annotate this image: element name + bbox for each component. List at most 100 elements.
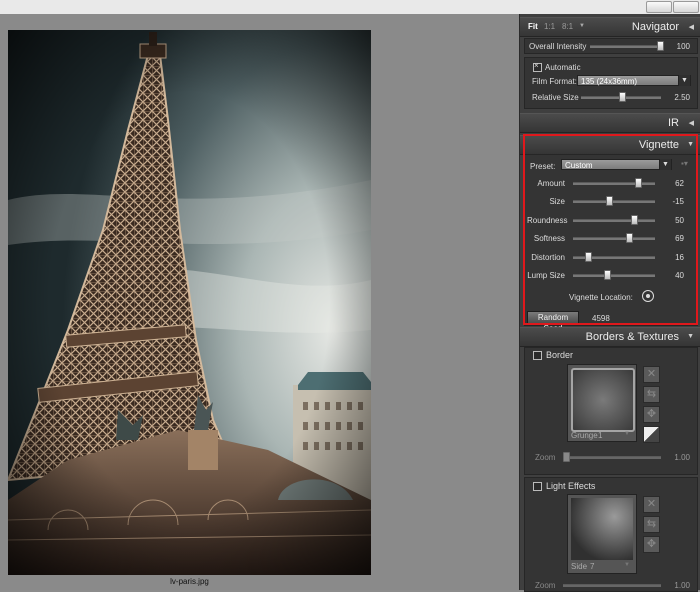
preset-label: Preset: [530,162,556,171]
vignette-slider-label: Size [549,197,565,206]
file-name-label: lv-paris.jpg [170,577,209,586]
light-zoom-slider[interactable] [563,584,661,587]
remove-light-icon[interactable]: ✕ [643,496,660,513]
target-icon[interactable] [642,290,654,302]
vignette-slider-track[interactable] [573,200,655,203]
chevron-down-icon[interactable]: ▼ [659,159,671,170]
move-light-icon[interactable]: ✥ [643,536,660,553]
navigator-title: Navigator [631,21,679,33]
film-format-value: 135 (24x36mm) [581,77,638,86]
overall-intensity-thumb[interactable] [657,41,664,51]
vignette-slider-thumb[interactable] [626,233,634,243]
light-texture-thumbnail [571,498,633,560]
vignette-slider-value: 16 [675,253,684,262]
vignette-slider-thumb[interactable] [585,252,593,262]
film-format-label: Film Format: [532,77,577,86]
move-border-icon[interactable]: ✥ [643,406,660,423]
relative-size-value: 2.50 [674,93,690,102]
vignette-slider-value: -15 [672,197,684,206]
remove-border-icon[interactable]: ✕ [643,366,660,383]
vignette-slider-thumb[interactable] [630,215,638,225]
border-texture-number: 1 [598,431,603,440]
border-label: Border [546,350,574,360]
light-zoom-value: 1.00 [674,581,690,590]
zoom-fit-option[interactable]: Fit [528,22,538,31]
vignette-slider-value: 62 [675,179,684,188]
expand-arrow-icon[interactable]: ▼ [687,141,694,148]
border-zoom-thumb[interactable] [563,452,570,462]
vignette-box: Preset: Custom ▼ ▪▾ Amount 62 Size -15 Round… [524,154,698,326]
light-texture-preview[interactable]: Side 7 ▼ [567,494,637,574]
overall-intensity-row: Overall Intensity 100 [524,38,698,54]
overall-intensity-value: 100 [676,42,690,51]
vignette-slider-thumb[interactable] [606,196,614,206]
light-texture-name: Side [571,562,588,571]
invert-border-icon[interactable] [643,426,660,443]
settings-panel: Fit 1:1 8:1 ▼ Navigator ◀ Overall Intens… [519,14,700,592]
zoom-8to1-option[interactable]: 8:1 [562,22,573,31]
photo-preview [8,30,371,575]
swap-border-icon[interactable]: ⇆ [643,386,660,403]
vignette-slider-label: Roundness [527,216,568,225]
restore-button[interactable] [646,1,672,13]
vignette-location-label: Vignette Location: [569,293,633,302]
close-button[interactable] [673,1,699,13]
collapse-arrow-icon[interactable]: ◀ [689,119,694,127]
light-zoom-label: Zoom [535,581,556,590]
window-top-bar [0,0,700,15]
vignette-title: Vignette [638,139,679,151]
automatic-label: Automatic [545,63,581,72]
vignette-slider-label: Amount [537,179,565,188]
preset-dropdown[interactable]: Custom ▼ [561,159,672,170]
film-format-dropdown[interactable]: 135 (24x36mm) ▼ [577,75,691,86]
vignette-slider-value: 69 [675,234,684,243]
collapse-arrow-icon[interactable]: ◀ [689,23,694,31]
navigator-header[interactable]: Fit 1:1 8:1 ▼ Navigator ◀ [520,17,700,37]
swap-light-icon[interactable]: ⇆ [643,516,660,533]
light-effects-label: Light Effects [546,481,596,491]
chevron-down-icon[interactable]: ▼ [678,75,690,86]
image-canvas[interactable]: lv-paris.jpg [0,14,519,590]
vignette-slider-track[interactable] [573,219,655,222]
ir-header[interactable]: IR ◀ [520,113,700,133]
zoom-dropdown-icon[interactable]: ▼ [579,23,585,29]
preset-menu-icon[interactable]: ▪▾ [681,159,688,168]
vignette-slider-label: Distortion [531,253,565,262]
border-zoom-label: Zoom [535,453,556,462]
automatic-checkbox[interactable]: × [533,61,542,72]
vignette-slider-track[interactable] [573,237,655,240]
vignette-slider-track[interactable] [573,274,655,277]
chevron-down-icon[interactable]: ▼ [624,431,630,437]
vignette-slider-thumb[interactable] [635,178,643,188]
vignette-slider-label: Lump Size [527,271,565,280]
overall-intensity-label: Overall Intensity [529,42,587,51]
vignette-slider-value: 40 [675,271,684,280]
zoom-1to1-option[interactable]: 1:1 [544,22,555,31]
borders-textures-header[interactable]: Borders & Textures ▼ [520,327,700,347]
light-texture-number: 7 [590,562,595,571]
relative-size-thumb[interactable] [618,92,626,102]
overall-intensity-slider[interactable] [590,45,662,48]
vignette-header[interactable]: Vignette ▼ [520,135,700,155]
film-box: × Automatic Film Format: 135 (24x36mm) ▼… [524,57,698,109]
border-zoom-value: 1.00 [674,453,690,462]
relative-size-label: Relative Size [532,93,579,102]
random-seed-button[interactable]: Random Seed [527,311,579,333]
vignette-slider-label: Softness [533,234,565,243]
vignette-slider-thumb[interactable] [603,270,611,280]
borders-textures-title: Borders & Textures [585,331,679,343]
border-texture-name: Grunge [571,431,598,440]
border-box: Border Grunge 1 ▼ ✕ ⇆ ✥ Zoom 1.00 [524,347,698,475]
border-checkbox[interactable] [533,351,542,360]
ir-title: IR [668,117,679,129]
light-effects-box: Light Effects Side 7 ▼ ✕ ⇆ ✥ Zoom 1.00 [524,477,698,592]
vignette-slider-value: 50 [675,216,684,225]
light-effects-checkbox[interactable] [533,482,542,491]
chevron-down-icon[interactable]: ▼ [624,562,630,568]
vignette-slider-track[interactable] [573,182,655,185]
border-zoom-slider[interactable] [563,456,661,459]
preset-value: Custom [565,161,593,170]
border-texture-preview[interactable]: Grunge 1 ▼ [567,364,637,442]
expand-arrow-icon[interactable]: ▼ [687,333,694,340]
random-seed-value: 4598 [592,314,610,323]
